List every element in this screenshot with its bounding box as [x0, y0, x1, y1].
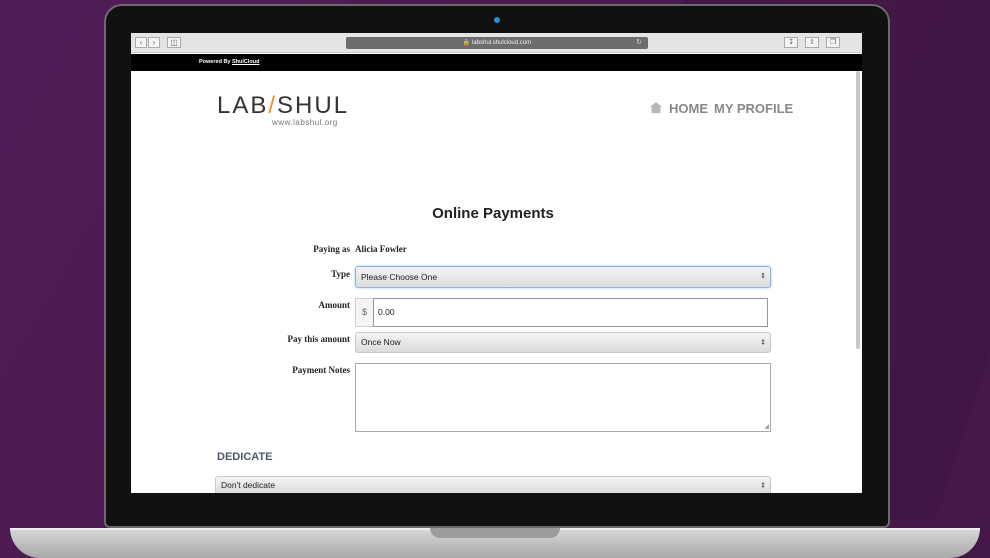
lock-icon: 🔒 [462, 40, 471, 46]
url-text: labshul.shulcloud.com [472, 40, 532, 46]
amount-field: $ 0.00 [355, 298, 768, 327]
tabs-icon[interactable]: ❐ [826, 37, 840, 48]
updown-arrow-icon: ⇕ [760, 482, 766, 489]
pay-frequency-value: Once Now [361, 337, 401, 347]
page-title: Online Payments [432, 205, 554, 222]
dedicate-heading: DEDICATE [217, 451, 273, 463]
powered-by-text: Powered By [199, 59, 231, 65]
updown-arrow-icon: ⇕ [760, 339, 766, 346]
download-icon[interactable]: ↧ [784, 37, 798, 48]
logo-slash: / [268, 92, 278, 119]
camera-icon [494, 17, 500, 23]
address-bar[interactable]: 🔒 labshul.shulcloud.com ↻ [346, 37, 648, 49]
type-select[interactable]: Please Choose One ⇕ [355, 266, 771, 288]
payment-notes-textarea[interactable]: ◢ [355, 363, 771, 432]
payment-notes-label: Payment Notes [292, 365, 350, 375]
paying-as-value: Alicia Fowler [355, 244, 407, 254]
pay-frequency-select[interactable]: Once Now ⇕ [355, 332, 771, 353]
type-select-value: Please Choose One [361, 272, 438, 282]
resize-handle-icon[interactable]: ◢ [764, 423, 769, 430]
dedicate-select-value: Don't dedicate [221, 480, 276, 490]
nav-my-profile-link[interactable]: MY PROFILE [714, 101, 793, 116]
type-label: Type [331, 269, 350, 279]
amount-label: Amount [318, 300, 350, 310]
currency-symbol: $ [361, 307, 367, 317]
browser-toolbar: ‹ › ◫ 🔒 labshul.shulcloud.com ↻ ↧ ⇧ ❐ [131, 33, 862, 53]
sidebar-icon[interactable]: ◫ [167, 37, 181, 48]
chevron-right-icon[interactable]: › [148, 37, 160, 48]
site-logo[interactable]: LAB/SHUL [217, 92, 349, 120]
scrollbar[interactable] [856, 71, 861, 351]
pay-frequency-label: Pay this amount [287, 334, 350, 344]
powered-by-bar: Powered By ShulCloud [131, 54, 862, 71]
scroll-thumb[interactable] [856, 71, 860, 349]
dedicate-select[interactable]: Don't dedicate ⇕ [215, 476, 771, 493]
nav-home-link[interactable]: HOME [669, 101, 708, 116]
shulcloud-link[interactable]: ShulCloud [232, 59, 260, 65]
paying-as-label: Paying as [313, 244, 350, 254]
laptop-notch [430, 528, 560, 538]
amount-input[interactable]: 0.00 [373, 298, 768, 327]
updown-arrow-icon: ⇕ [760, 273, 766, 280]
logo-lab: LAB [217, 92, 269, 119]
reload-icon[interactable]: ↻ [636, 37, 642, 49]
chevron-left-icon[interactable]: ‹ [135, 37, 147, 48]
share-icon[interactable]: ⇧ [805, 37, 819, 48]
logo-shul: SHUL [277, 92, 350, 119]
logo-url: www.labshul.org [272, 118, 338, 127]
browser-screen: ‹ › ◫ 🔒 labshul.shulcloud.com ↻ ↧ ⇧ ❐ Po… [131, 33, 862, 493]
home-icon[interactable] [649, 101, 663, 114]
